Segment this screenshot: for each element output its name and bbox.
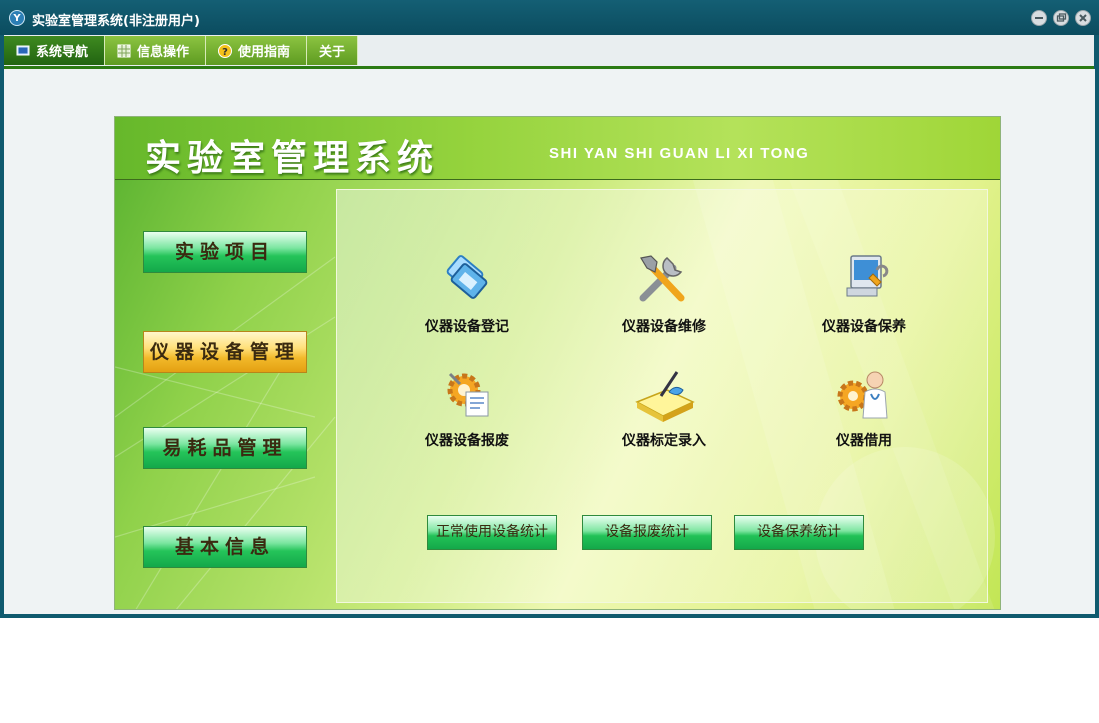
- tab-system-navigation[interactable]: 系统导航: [4, 36, 105, 65]
- module-area: 仪器设备登记 仪器设备维修 仪器设备保养 仪器设备报废 仪器标定录入 仪器借用 …: [336, 189, 988, 603]
- tab-label: 使用指南: [238, 45, 291, 60]
- sidebar-item-experiment-projects[interactable]: 实验项目: [143, 231, 307, 273]
- module-instrument-calibration[interactable]: 仪器标定录入: [589, 362, 739, 450]
- module-label: 仪器设备登记: [425, 319, 509, 335]
- system-title: 实验室管理系统: [145, 138, 440, 179]
- gear-document-icon: [436, 362, 498, 424]
- book-pen-icon: [633, 362, 695, 424]
- module-label: 仪器标定录入: [622, 433, 706, 449]
- minimize-icon[interactable]: [1031, 10, 1047, 26]
- module-equipment-scrap[interactable]: 仪器设备报废: [392, 362, 542, 450]
- normal-usage-stats-button[interactable]: 正常使用设备统计: [427, 515, 557, 550]
- module-label: 仪器设备维修: [622, 319, 706, 335]
- tab-user-guide[interactable]: ? 使用指南: [206, 36, 307, 65]
- module-equipment-registration[interactable]: 仪器设备登记: [392, 248, 542, 336]
- window-title: 实验室管理系统(非注册用户): [32, 14, 200, 29]
- tab-about[interactable]: 关于: [307, 36, 358, 65]
- tab-label: 系统导航: [36, 45, 89, 60]
- monitor-icon: [16, 44, 30, 58]
- module-equipment-repair[interactable]: 仪器设备维修: [589, 248, 739, 336]
- system-subtitle: SHI YAN SHI GUAN LI XI TONG: [549, 145, 810, 162]
- sidebar-item-consumables-management[interactable]: 易耗品管理: [143, 427, 307, 469]
- module-equipment-maintenance[interactable]: 仪器设备保养: [789, 248, 939, 336]
- computer-maintenance-icon: [833, 248, 895, 310]
- header-divider: [115, 179, 1000, 180]
- help-icon: ?: [218, 43, 232, 58]
- sidebar-item-basic-info[interactable]: 基本信息: [143, 526, 307, 568]
- tools-icon: [633, 248, 695, 310]
- title-bar[interactable]: Y 实验室管理系统(非注册用户): [0, 0, 1099, 35]
- grid-icon: [117, 44, 131, 58]
- scrap-stats-button[interactable]: 设备报废统计: [582, 515, 712, 550]
- restore-icon[interactable]: [1053, 10, 1069, 26]
- svg-text:?: ?: [222, 47, 228, 58]
- close-icon[interactable]: [1075, 10, 1091, 26]
- menu-bar: 系统导航 信息操作 ? 使用指南 关于: [4, 35, 1094, 67]
- module-instrument-borrowing[interactable]: 仪器借用: [789, 362, 939, 450]
- tab-info-operation[interactable]: 信息操作: [105, 36, 206, 65]
- module-label: 仪器设备保养: [822, 319, 906, 335]
- gear-doctor-icon: [833, 362, 895, 424]
- main-panel: 实验室管理系统 SHI YAN SHI GUAN LI XI TONG 实验项目…: [114, 116, 1001, 610]
- sidebar-item-equipment-management[interactable]: 仪器设备管理: [143, 331, 307, 373]
- devices-icon: [436, 248, 498, 310]
- module-label: 仪器借用: [836, 433, 892, 449]
- panel-header: 实验室管理系统 SHI YAN SHI GUAN LI XI TONG: [115, 117, 1000, 179]
- app-logo-icon: Y: [9, 10, 25, 26]
- module-label: 仪器设备报废: [425, 433, 509, 449]
- tab-label: 信息操作: [137, 45, 190, 60]
- app-window: Y 实验室管理系统(非注册用户) 系统导航 信息操作 ? 使用指南 关于 实验室…: [0, 0, 1099, 618]
- tab-label: 关于: [318, 45, 345, 60]
- maintenance-stats-button[interactable]: 设备保养统计: [734, 515, 864, 550]
